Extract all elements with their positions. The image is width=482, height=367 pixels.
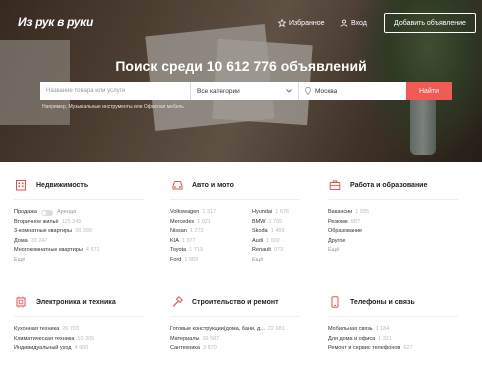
star-icon [278,19,286,27]
phone-icon [328,295,342,309]
category-title[interactable]: Работа и образование [350,182,427,189]
list-item[interactable]: Audi 1 002 [252,237,322,247]
list-item[interactable]: Toyota 1 719 [170,246,248,256]
list-item[interactable]: Кухонная техника 26 703 [14,325,164,335]
list-item[interactable]: Volkswagen 1 317 [170,208,248,218]
list-item[interactable]: Ремонт и сервис телефонов 627 [328,344,478,354]
list-item[interactable]: Многокомнатные квартиры 4 571 [14,246,164,256]
login-label: Вход [351,19,367,27]
briefcase-icon [328,178,342,192]
category-construction: Строительство и ремонт Готовые конструкц… [170,295,320,354]
toggle-right-label: Аренда [56,209,77,215]
city-value: Москва [315,87,338,95]
category-title[interactable]: Строительство и ремонт [192,299,279,306]
category-title[interactable]: Авто и мото [192,182,234,189]
search-hint: Например, Музыкальные инструменты или Оф… [42,104,184,110]
list-item[interactable]: Резюме 987 [328,218,478,228]
category-title[interactable]: Телефоны и связь [350,299,415,306]
more-link[interactable]: Ещё [252,256,322,266]
hero-title: Поиск среди 10 612 776 объявлений [115,58,367,74]
favorites-link[interactable]: Избранное [278,19,324,27]
building-icon [14,178,28,192]
divider [14,199,144,200]
list-item[interactable]: Индивидуальный уход 4 960 [14,344,164,354]
list-item[interactable]: Климатическая техника 10 305 [14,335,164,345]
car-icon [170,178,184,192]
category-title[interactable]: Электроника и техника [36,299,116,306]
list-item[interactable]: Вакансии 1 935 [328,208,478,218]
login-link[interactable]: Вход [340,19,367,27]
sale-rent-toggle[interactable]: Продажа Аренда [14,208,164,218]
site-logo[interactable]: Из рук в руки [18,15,93,29]
divider [328,316,458,317]
list-item[interactable]: Вторичное жильё 125 345 [14,218,164,228]
list-item[interactable]: Дома 33 247 [14,237,164,247]
find-button[interactable]: Найти [406,82,452,100]
category-select-value: Все категории [197,87,240,95]
list-item[interactable]: Материалы 39 587 [170,335,320,345]
list-item[interactable]: Образование [328,227,478,237]
favorites-label: Избранное [289,19,325,27]
location-pin-icon [305,87,311,95]
list-item[interactable]: Renault 973 [252,246,322,256]
list-item[interactable]: Mercedes 1 021 [170,218,248,228]
list-item[interactable]: Hyundai 1 676 [252,208,322,218]
more-link[interactable]: Ещё [14,256,164,266]
list-item[interactable]: Nissan 1 272 [170,227,248,237]
category-select[interactable]: Все категории [190,82,298,100]
toggle-left-label: Продажа [14,209,37,215]
list-item[interactable]: 3-комнатные квартиры 36 399 [14,227,164,237]
search-bar: Название товара или услуги Все категории… [40,82,452,100]
category-electronics: Электроника и техника Кухонная техника 26… [14,295,164,354]
list-item[interactable]: Skoda 1 469 [252,227,322,237]
more-link[interactable]: Ещё [328,246,478,256]
list-item[interactable]: Мобильная связь 1 184 [328,325,478,335]
user-icon [340,19,348,27]
category-jobs: Работа и образование Вакансии 1 935 Резюм… [328,178,478,256]
list-item[interactable]: Ford 1 083 [170,256,248,266]
list-item[interactable]: Другое [328,237,478,247]
add-ad-button[interactable]: Добавить объявление [384,13,476,33]
list-item[interactable]: KIA 1 377 [170,237,248,247]
list-item[interactable]: BMW 1 765 [252,218,322,228]
divider [170,199,300,200]
divider [14,316,144,317]
chip-icon [14,295,28,309]
list-item[interactable]: Готовые конструкции(дома, бани, д... 22 9… [170,325,320,335]
hammer-icon [170,295,184,309]
category-realty: Недвижимость Продажа Аренда Вторичное жи… [14,178,164,265]
city-field[interactable]: Москва [298,82,406,100]
chevron-down-icon [286,89,292,93]
toggle-switch[interactable] [40,209,53,216]
divider [328,199,458,200]
category-phones: Телефоны и связь Мобильная связь 1 184 Дл… [328,295,478,354]
divider [170,316,300,317]
list-item[interactable]: Для дома и офиса 1 321 [328,335,478,345]
category-title[interactable]: Недвижимость [36,182,88,189]
hero-banner: Из рук в руки Избранное Вход Добавить об… [0,0,482,162]
list-item[interactable]: Сантехника 3 870 [170,344,320,354]
search-input[interactable]: Название товара или услуги [40,82,190,100]
category-auto: Авто и мото Volkswagen 1 317 Hyundai 1 676… [170,178,320,265]
